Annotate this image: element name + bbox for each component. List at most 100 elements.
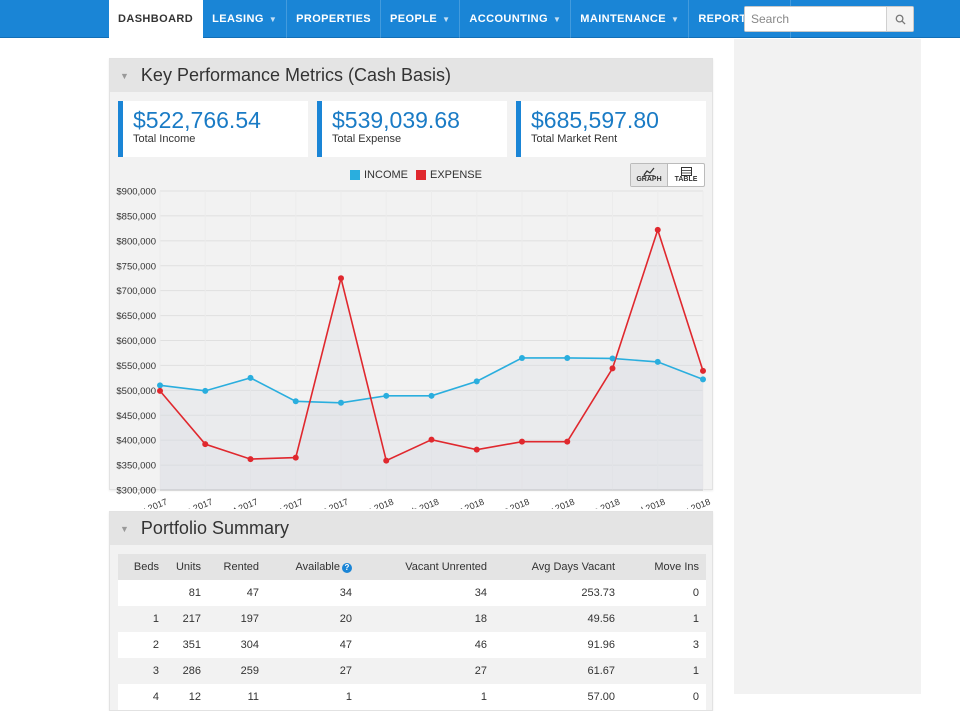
col-beds[interactable]: Beds xyxy=(118,554,166,580)
top-navigation-bar: DASHBOARD LEASING ▼ PROPERTIES PEOPLE ▼ AC… xyxy=(0,0,960,38)
graph-view-button[interactable]: GRAPH xyxy=(631,164,668,186)
data-point-income xyxy=(564,354,571,361)
data-point-expense xyxy=(564,438,571,445)
nav-people[interactable]: PEOPLE ▼ xyxy=(381,0,461,38)
table-cell: 304 xyxy=(208,632,266,658)
data-point-expense xyxy=(202,441,209,448)
data-point-income xyxy=(383,392,390,399)
line-chart-icon xyxy=(643,167,655,176)
nav-label: DASHBOARD xyxy=(118,13,194,25)
kpi-cards: $522,766.54 Total Income $539,039.68 Tot… xyxy=(118,101,706,157)
nav-label: LEASING xyxy=(212,13,264,25)
kpi-label: Total Income xyxy=(133,133,196,145)
col-rented[interactable]: Rented xyxy=(208,554,266,580)
y-tick-label: $400,000 xyxy=(116,436,156,447)
nav-label: PEOPLE xyxy=(390,13,438,25)
table-cell: 3 xyxy=(118,658,166,684)
search-input[interactable] xyxy=(745,7,886,31)
kpi-label: Total Market Rent xyxy=(531,133,618,145)
main-nav: DASHBOARD LEASING ▼ PROPERTIES PEOPLE ▼ AC… xyxy=(109,0,791,38)
table-row: 3 286 259 27 27 61.67 1 xyxy=(118,658,706,684)
table-header-row: Beds Units Rented Available? Vacant Unre… xyxy=(118,554,706,580)
col-move-ins[interactable]: Move Ins xyxy=(622,554,706,580)
table-cell: 259 xyxy=(208,658,266,684)
x-tick-label: Mar 2018 xyxy=(446,497,485,509)
legend-income[interactable]: INCOME xyxy=(350,169,408,181)
table-cell: 61.67 xyxy=(494,658,622,684)
nav-accounting[interactable]: ACCOUNTING ▼ xyxy=(460,0,572,38)
data-point-income xyxy=(473,378,480,385)
portfolio-panel: ▼ Portfolio Summary Beds Units Rented Av… xyxy=(109,511,713,711)
table-cell: 49.56 xyxy=(494,606,622,632)
table-cell: 12 xyxy=(166,684,208,710)
data-point-income xyxy=(519,354,525,361)
collapse-triangle-icon: ▼ xyxy=(120,523,129,534)
data-point-expense xyxy=(292,454,299,461)
chart-legend: INCOME EXPENSE xyxy=(350,169,490,181)
graph-label: GRAPH xyxy=(636,176,662,183)
help-icon[interactable]: ? xyxy=(342,563,352,573)
table-cell: 27 xyxy=(359,658,494,684)
data-point-income xyxy=(338,399,344,406)
y-tick-label: $350,000 xyxy=(116,461,156,472)
data-point-expense xyxy=(338,275,344,282)
table-cell: 34 xyxy=(266,580,359,606)
legend-label: EXPENSE xyxy=(430,169,482,181)
col-available[interactable]: Available? xyxy=(266,554,359,580)
col-available-label: Available xyxy=(295,561,340,573)
table-cell: 4 xyxy=(118,684,166,710)
chevron-down-icon: ▼ xyxy=(442,14,451,24)
table-cell: 27 xyxy=(266,658,359,684)
data-point-expense xyxy=(609,365,616,372)
table-cell: 81 xyxy=(166,580,208,606)
table-cell: 351 xyxy=(166,632,208,658)
data-point-expense xyxy=(654,226,661,233)
kpi-panel: ▼ Key Performance Metrics (Cash Basis) $… xyxy=(109,58,713,509)
data-point-expense xyxy=(247,456,254,463)
table-row: 81 47 34 34 253.73 0 xyxy=(118,580,706,606)
search-icon xyxy=(895,14,906,25)
legend-expense[interactable]: EXPENSE xyxy=(416,169,482,181)
table-cell: 1 xyxy=(266,684,359,710)
kpi-label: Total Expense xyxy=(332,133,402,145)
table-cell: 1 xyxy=(622,658,706,684)
search-button[interactable] xyxy=(886,7,913,31)
col-avg-days-vacant[interactable]: Avg Days Vacant xyxy=(494,554,622,580)
y-tick-label: $600,000 xyxy=(116,336,156,347)
nav-properties[interactable]: PROPERTIES xyxy=(287,0,382,38)
y-tick-label: $900,000 xyxy=(116,187,156,198)
table-cell: 47 xyxy=(266,632,359,658)
col-vacant-unrented[interactable]: Vacant Unrented xyxy=(359,554,494,580)
table-cell: 197 xyxy=(208,606,266,632)
data-point-income xyxy=(157,382,163,389)
table-cell: 18 xyxy=(359,606,494,632)
data-point-income xyxy=(428,392,435,399)
table-view-button[interactable]: TABLE xyxy=(668,164,704,186)
table-cell: 217 xyxy=(166,606,208,632)
table-row: 1 217 197 20 18 49.56 1 xyxy=(118,606,706,632)
y-tick-label: $850,000 xyxy=(116,211,156,222)
table-icon xyxy=(680,167,692,176)
table-cell: 57.00 xyxy=(494,684,622,710)
table-cell: 46 xyxy=(359,632,494,658)
kpi-value: $522,766.54 xyxy=(133,107,261,133)
col-units[interactable]: Units xyxy=(166,554,208,580)
kpi-total-expense: $539,039.68 Total Expense xyxy=(317,101,507,157)
chart-view-toggle: GRAPH TABLE xyxy=(630,163,705,187)
nav-leasing[interactable]: LEASING ▼ xyxy=(203,0,288,38)
table-cell: 91.96 xyxy=(494,632,622,658)
nav-dashboard[interactable]: DASHBOARD xyxy=(109,0,204,38)
nav-label: ACCOUNTING xyxy=(469,13,548,25)
data-point-expense xyxy=(428,436,435,443)
table-cell xyxy=(118,580,166,606)
nav-label: MAINTENANCE xyxy=(580,13,666,25)
y-tick-label: $450,000 xyxy=(116,411,156,422)
portfolio-panel-header[interactable]: ▼ Portfolio Summary xyxy=(110,512,712,545)
x-tick-label: Apr 2018 xyxy=(493,497,531,509)
nav-maintenance[interactable]: MAINTENANCE ▼ xyxy=(571,0,690,38)
data-point-income xyxy=(292,398,299,405)
kpi-panel-header[interactable]: ▼ Key Performance Metrics (Cash Basis) xyxy=(110,59,712,92)
right-sidebar xyxy=(734,39,921,694)
legend-swatch xyxy=(350,170,360,180)
y-tick-label: $750,000 xyxy=(116,261,156,272)
